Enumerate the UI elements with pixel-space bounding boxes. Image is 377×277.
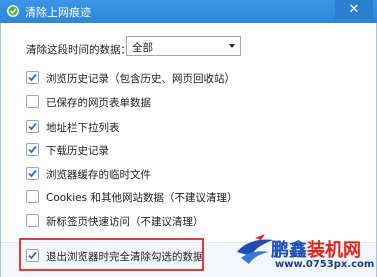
checkmark-icon (28, 145, 37, 154)
title-bar: 清除上网痕迹 ✕ (0, 0, 377, 23)
checkmark-icon (28, 122, 37, 131)
checkmark-icon (28, 73, 37, 82)
option-label: 浏览历史记录（包含历史、网页回收站） (46, 73, 235, 85)
checkbox[interactable] (26, 71, 39, 84)
time-range-dropdown[interactable]: 全部 (126, 36, 241, 56)
checkbox[interactable] (26, 120, 39, 133)
option-label: 新标签页快速访问（不建议清理） (46, 216, 204, 228)
checkmark-icon (28, 169, 37, 178)
checkbox[interactable] (26, 143, 39, 156)
option-label: Cookies 和其他网站数据（不建议清理） (46, 192, 238, 204)
watermark-brand-part1: 鹏鑫 (271, 240, 307, 261)
checkbox[interactable] (26, 95, 39, 108)
close-button[interactable]: ✕ (335, 0, 373, 19)
option-label: 浏览器缓存的临时文件 (46, 169, 151, 181)
checkbox[interactable] (26, 190, 39, 203)
app-shield-icon (7, 5, 19, 17)
highlight-box (19, 238, 204, 271)
chevron-down-icon (229, 44, 235, 48)
watermark-brand-part2: 装机网 (307, 240, 361, 261)
option-label: 地址栏下拉列表 (46, 122, 120, 134)
checkbox[interactable] (26, 214, 39, 227)
checkbox[interactable] (26, 167, 39, 180)
bird-logo-icon (237, 234, 273, 264)
option-label: 下载历史记录 (46, 145, 109, 157)
option-label: 已保存的网页表单数据 (46, 97, 151, 109)
watermark-url: www.0753px.com (275, 259, 375, 270)
window-title: 清除上网痕迹 (25, 6, 91, 19)
close-icon: ✕ (348, 2, 360, 17)
time-range-value: 全部 (132, 42, 153, 54)
time-range-label: 清除这段时间的数据： (26, 44, 131, 56)
watermark-logo: 鹏鑫装机网 www.0753px.com (235, 234, 377, 277)
